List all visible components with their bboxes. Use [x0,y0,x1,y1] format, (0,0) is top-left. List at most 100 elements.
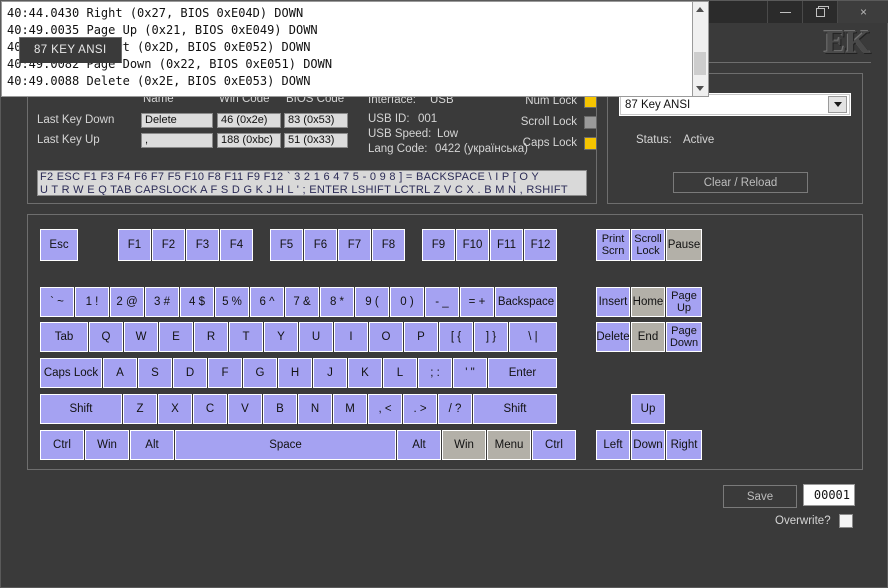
key-F7[interactable]: F7 [338,229,371,261]
key-O[interactable]: O [369,322,403,352]
layout-select[interactable]: 87 Key ANSI [620,94,850,115]
key-U[interactable]: U [299,322,333,352]
key-Scroll-Lock[interactable]: ScrollLock [631,229,665,261]
key-K[interactable]: K [348,358,382,388]
key-[interactable]: / ? [438,394,472,424]
key-F12[interactable]: F12 [524,229,557,261]
key-X[interactable]: X [158,394,192,424]
key-Backspace[interactable]: Backspace [495,287,557,317]
key-Insert[interactable]: Insert [596,287,630,317]
key-Tab[interactable]: Tab [40,322,88,352]
key-Up[interactable]: Up [631,394,665,424]
key-F5[interactable]: F5 [270,229,303,261]
key-Shift[interactable]: Shift [40,394,122,424]
key-T[interactable]: T [229,322,263,352]
key-Print-Scrn[interactable]: PrintScrn [596,229,630,261]
key--[interactable]: - _ [425,287,459,317]
key-F10[interactable]: F10 [456,229,489,261]
key-[interactable]: ` ~ [40,287,74,317]
key-[interactable]: , < [368,394,402,424]
key-Left[interactable]: Left [596,430,630,460]
key-Alt[interactable]: Alt [130,430,174,460]
key-6[interactable]: 6 ^ [250,287,284,317]
key-Home[interactable]: Home [631,287,665,317]
key-B[interactable]: B [263,394,297,424]
key-Ctrl[interactable]: Ctrl [532,430,576,460]
key-S[interactable]: S [138,358,172,388]
key-Right[interactable]: Right [666,430,702,460]
key-3[interactable]: 3 # [145,287,179,317]
key-Menu[interactable]: Menu [487,430,531,460]
key-G[interactable]: G [243,358,277,388]
tab-87-key-ansi[interactable]: 87 KEY ANSI [19,37,122,63]
key-V[interactable]: V [228,394,262,424]
key-F9[interactable]: F9 [422,229,455,261]
close-button[interactable]: × [837,1,888,23]
key-[interactable]: ; : [418,358,452,388]
key-Esc[interactable]: Esc [40,229,78,261]
key-CapsLock[interactable]: Caps Lock [40,358,102,388]
key-D[interactable]: D [173,358,207,388]
key-[interactable]: [ { [439,322,473,352]
key-Down[interactable]: Down [631,430,665,460]
key-F8[interactable]: F8 [372,229,405,261]
key-9[interactable]: 9 ( [355,287,389,317]
key-A[interactable]: A [103,358,137,388]
key-[interactable]: = + [460,287,494,317]
key-W[interactable]: W [124,322,158,352]
key-F4[interactable]: F4 [220,229,253,261]
key-Ctrl[interactable]: Ctrl [40,430,84,460]
key-End[interactable]: End [631,322,665,352]
key-F3[interactable]: F3 [186,229,219,261]
key-4[interactable]: 4 $ [180,287,214,317]
key-I[interactable]: I [334,322,368,352]
key-Pause[interactable]: Pause [666,229,702,261]
key-8[interactable]: 8 * [320,287,354,317]
key-L[interactable]: L [383,358,417,388]
minimize-button[interactable] [767,1,802,23]
key-J[interactable]: J [313,358,347,388]
key-1[interactable]: 1 ! [75,287,109,317]
key-C[interactable]: C [193,394,227,424]
key-M[interactable]: M [333,394,367,424]
key-Page-Up[interactable]: PageUp [666,287,702,317]
key-Y[interactable]: Y [264,322,298,352]
scrollbar-thumb[interactable] [694,52,706,75]
key-0[interactable]: 0 ) [390,287,424,317]
key-F1[interactable]: F1 [118,229,151,261]
key-Z[interactable]: Z [123,394,157,424]
key-[interactable]: \ | [509,322,557,352]
key-R[interactable]: R [194,322,228,352]
key-Space[interactable]: Space [175,430,396,460]
key-[interactable]: . > [403,394,437,424]
key-Enter[interactable]: Enter [488,358,557,388]
key-Q[interactable]: Q [89,322,123,352]
key-N[interactable]: N [298,394,332,424]
key-Shift[interactable]: Shift [473,394,557,424]
chevron-down-icon[interactable] [828,96,847,113]
key-F6[interactable]: F6 [304,229,337,261]
log-scrollbar[interactable] [693,1,709,97]
key-5[interactable]: 5 % [215,287,249,317]
key-[interactable]: ] } [474,322,508,352]
key-Win[interactable]: Win [442,430,486,460]
scroll-up-icon[interactable] [693,2,707,17]
key-7[interactable]: 7 & [285,287,319,317]
key-2[interactable]: 2 @ [110,287,144,317]
key-F11[interactable]: F11 [490,229,523,261]
key-H[interactable]: H [278,358,312,388]
key-Alt[interactable]: Alt [397,430,441,460]
key-Delete[interactable]: Delete [596,322,630,352]
key-Page-Down[interactable]: PageDown [666,322,702,352]
overwrite-checkbox[interactable] [839,514,853,528]
key-F[interactable]: F [208,358,242,388]
save-button[interactable]: Save [723,485,797,508]
maximize-button[interactable] [802,1,837,23]
key-Win[interactable]: Win [85,430,129,460]
key-P[interactable]: P [404,322,438,352]
clear-reload-button[interactable]: Clear / Reload [673,172,808,193]
key-F2[interactable]: F2 [152,229,185,261]
key-[interactable]: ' " [453,358,487,388]
scroll-down-icon[interactable] [693,81,707,96]
key-E[interactable]: E [159,322,193,352]
